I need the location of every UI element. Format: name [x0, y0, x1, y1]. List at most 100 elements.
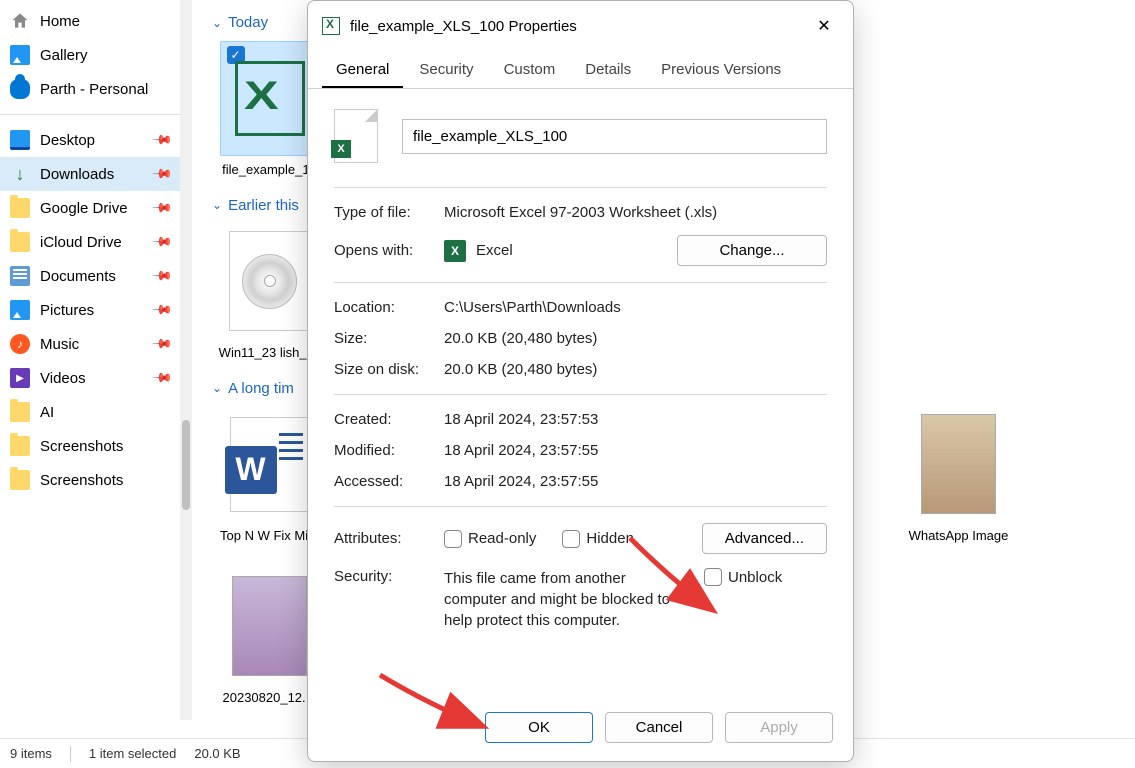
sidebar-item-googledrive[interactable]: Google Drive 📌 — [0, 191, 180, 225]
apply-button[interactable]: Apply — [725, 712, 833, 743]
folder-icon — [10, 198, 30, 218]
pin-icon: 📌 — [151, 197, 174, 220]
divider — [70, 746, 71, 762]
cancel-button[interactable]: Cancel — [605, 712, 713, 743]
tab-previous-versions[interactable]: Previous Versions — [647, 51, 795, 88]
downloads-icon: ↓ — [10, 164, 30, 184]
advanced-button[interactable]: Advanced... — [702, 523, 827, 554]
tabs: General Security Custom Details Previous… — [308, 51, 853, 89]
sidebar-item-pictures[interactable]: Pictures 📌 — [0, 293, 180, 327]
file-type-icon: X — [334, 109, 378, 163]
location-label: Location: — [334, 299, 444, 316]
sidebar-item-label: AI — [40, 404, 170, 421]
attributes-label: Attributes: — [334, 530, 444, 547]
sidebar-item-label: Screenshots — [40, 438, 170, 455]
home-icon — [10, 11, 30, 31]
file-item[interactable]: WhatsApp Image — [901, 407, 1016, 545]
chevron-down-icon: ⌄ — [212, 16, 222, 30]
opens-value: Excel — [476, 242, 513, 259]
sidebar-scrollbar[interactable] — [180, 0, 192, 720]
scrollbar-thumb[interactable] — [182, 420, 190, 510]
type-label: Type of file: — [334, 204, 444, 221]
tab-general[interactable]: General — [322, 51, 403, 88]
word-file-icon: W — [230, 417, 310, 512]
group-title: Today — [228, 14, 268, 31]
music-icon: ♪ — [10, 334, 30, 354]
sidebar-item-label: Downloads — [40, 166, 144, 183]
properties-dialog: file_example_XLS_100 Properties ✕ Genera… — [307, 0, 854, 762]
tab-security[interactable]: Security — [405, 51, 487, 88]
sizedisk-label: Size on disk: — [334, 361, 444, 378]
change-button[interactable]: Change... — [677, 235, 827, 266]
sidebar-item-home[interactable]: Home — [0, 4, 180, 38]
group-title: A long tim — [228, 380, 294, 397]
sidebar-item-label: Google Drive — [40, 200, 144, 217]
ok-button[interactable]: OK — [485, 712, 593, 743]
created-value: 18 April 2024, 23:57:53 — [444, 411, 827, 428]
type-value: Microsoft Excel 97-2003 Worksheet (.xls) — [444, 204, 827, 221]
sidebar-item-downloads[interactable]: ↓ Downloads 📌 — [0, 157, 180, 191]
sidebar-item-label: iCloud Drive — [40, 234, 144, 251]
filename-input[interactable] — [402, 119, 827, 154]
folder-icon — [10, 470, 30, 490]
sidebar-item-ai[interactable]: AI — [0, 395, 180, 429]
pin-icon: 📌 — [151, 231, 174, 254]
pin-icon: 📌 — [151, 265, 174, 288]
onedrive-icon — [10, 79, 30, 99]
desktop-icon — [10, 130, 30, 150]
videos-icon: ▶ — [10, 368, 30, 388]
unblock-checkbox[interactable]: Unblock — [704, 568, 782, 586]
status-size: 20.0 KB — [194, 746, 240, 761]
folder-icon — [10, 436, 30, 456]
sidebar-item-label: Documents — [40, 268, 144, 285]
pin-icon: 📌 — [151, 163, 174, 186]
divider — [0, 114, 180, 115]
pin-icon: 📌 — [151, 333, 174, 356]
sidebar: Home Gallery Parth - Personal Desktop 📌 … — [0, 0, 180, 720]
sidebar-item-onedrive[interactable]: Parth - Personal — [0, 72, 180, 106]
size-label: Size: — [334, 330, 444, 347]
tab-custom[interactable]: Custom — [490, 51, 570, 88]
dialog-footer: OK Cancel Apply — [308, 698, 853, 761]
created-label: Created: — [334, 411, 444, 428]
excel-app-icon: X — [444, 240, 466, 262]
sidebar-item-label: Parth - Personal — [40, 81, 170, 98]
titlebar: file_example_XLS_100 Properties ✕ — [308, 1, 853, 51]
folder-icon — [10, 402, 30, 422]
accessed-label: Accessed: — [334, 473, 444, 490]
gallery-icon — [10, 45, 30, 65]
iso-file-icon — [229, 231, 311, 331]
readonly-checkbox[interactable]: Read-only — [444, 530, 536, 548]
group-title: Earlier this — [228, 197, 299, 214]
sidebar-item-screenshots[interactable]: Screenshots — [0, 429, 180, 463]
sidebar-item-label: Home — [40, 13, 170, 30]
sidebar-item-documents[interactable]: Documents 📌 — [0, 259, 180, 293]
excel-file-icon — [235, 61, 305, 136]
xls-icon — [322, 17, 340, 35]
pictures-icon — [10, 300, 30, 320]
status-selected: 1 item selected — [89, 746, 176, 761]
accessed-value: 18 April 2024, 23:57:55 — [444, 473, 827, 490]
dialog-body: X Type of file: Microsoft Excel 97-2003 … — [308, 89, 853, 698]
close-button[interactable]: ✕ — [809, 11, 839, 41]
location-value: C:\Users\Parth\Downloads — [444, 299, 827, 316]
sidebar-item-gallery[interactable]: Gallery — [0, 38, 180, 72]
image-file-icon — [232, 576, 307, 676]
hidden-checkbox[interactable]: Hidden — [562, 530, 634, 548]
folder-icon — [10, 232, 30, 252]
sidebar-item-screenshots[interactable]: Screenshots — [0, 463, 180, 497]
security-text: This file came from another computer and… — [444, 568, 684, 631]
pin-icon: 📌 — [151, 129, 174, 152]
sidebar-item-iclouddrive[interactable]: iCloud Drive 📌 — [0, 225, 180, 259]
sidebar-item-videos[interactable]: ▶ Videos 📌 — [0, 361, 180, 395]
sizedisk-value: 20.0 KB (20,480 bytes) — [444, 361, 827, 378]
sidebar-item-label: Screenshots — [40, 472, 170, 489]
tab-details[interactable]: Details — [571, 51, 645, 88]
pin-icon: 📌 — [151, 299, 174, 322]
opens-label: Opens with: — [334, 242, 444, 259]
sidebar-item-label: Music — [40, 336, 144, 353]
sidebar-item-desktop[interactable]: Desktop 📌 — [0, 123, 180, 157]
sidebar-item-label: Gallery — [40, 47, 170, 64]
pin-icon: 📌 — [151, 367, 174, 390]
sidebar-item-music[interactable]: ♪ Music 📌 — [0, 327, 180, 361]
